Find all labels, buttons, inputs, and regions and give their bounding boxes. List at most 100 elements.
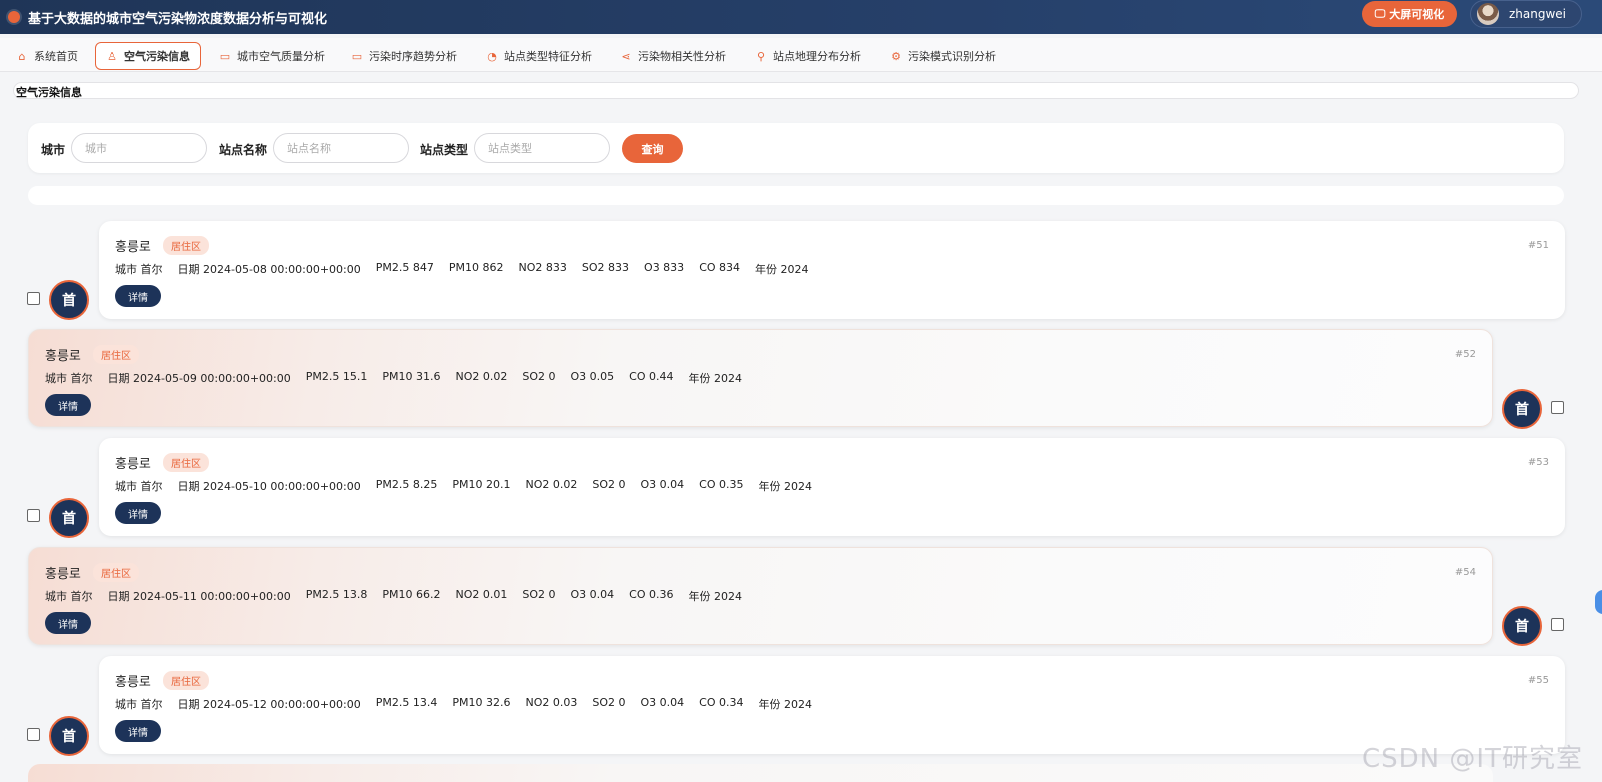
- station-name: 홍릉로: [45, 567, 81, 582]
- bigscreen-label: 大屏可视化: [1389, 8, 1445, 21]
- field-year: 年份 2024: [758, 698, 812, 711]
- nav-label: 城市空气质量分析: [237, 50, 325, 63]
- record-card: 홍릉로 居住区 #53 城市 首尔 日期 2024-05-10 00:00:00…: [99, 438, 1565, 536]
- record-fields: 城市 首尔 日期 2024-05-08 00:00:00+00:00 PM2.5…: [115, 261, 809, 277]
- nav-label: 系统首页: [34, 50, 78, 63]
- station-name: 홍릉로: [45, 349, 81, 364]
- record-card: 홍릉로 居住区 #54 城市 首尔 日期 2024-05-11 00:00:00…: [28, 547, 1493, 645]
- nav-item-pollution-info[interactable]: ♙ 空气污染信息: [95, 42, 201, 70]
- nav-item-city-quality[interactable]: ▭ 城市空气质量分析: [213, 42, 331, 70]
- station-label: 站点名称: [219, 143, 268, 157]
- record-badge: 首: [1502, 606, 1542, 646]
- field-so2: SO2 0: [522, 588, 556, 601]
- nav-label: 污染时序趋势分析: [369, 50, 457, 63]
- username: zhangwei: [1509, 7, 1567, 21]
- avatar: [1477, 3, 1499, 25]
- nav-item-geo[interactable]: ⚲ 站点地理分布分析: [749, 42, 867, 70]
- breadcrumb: [13, 82, 1579, 99]
- detail-button[interactable]: 详情: [115, 720, 161, 742]
- share-icon: ⋖: [621, 49, 631, 63]
- field-no2: NO2 0.03: [525, 696, 578, 709]
- record-id: #52: [1454, 349, 1476, 360]
- type-label: 站点类型: [420, 143, 469, 157]
- record-id: #55: [1527, 675, 1549, 686]
- field-pm25: PM2.5 15.1: [305, 370, 368, 383]
- nav-item-home[interactable]: ⌂ 系统首页: [10, 42, 84, 70]
- nav-item-pattern[interactable]: ⚙ 污染模式识别分析: [884, 42, 1002, 70]
- field-date: 日期 2024-05-09 00:00:00+00:00: [107, 372, 291, 385]
- app-title: 基于大数据的城市空气污染物浓度数据分析与可视化: [28, 11, 328, 27]
- field-so2: SO2 0: [592, 696, 626, 709]
- field-date: 日期 2024-05-10 00:00:00+00:00: [177, 480, 361, 493]
- nav-item-correlation[interactable]: ⋖ 污染物相关性分析: [614, 42, 732, 70]
- station-name: 홍릉로: [115, 457, 151, 472]
- field-pm10: PM10 862: [448, 261, 504, 274]
- nav-label: 站点地理分布分析: [773, 50, 861, 63]
- station-input[interactable]: [273, 133, 409, 163]
- station-type-tag: 居住区: [163, 453, 209, 472]
- station-name: 홍릉로: [115, 675, 151, 690]
- row-checkbox[interactable]: [27, 292, 40, 305]
- field-no2: NO2 0.02: [455, 370, 508, 383]
- field-co: CO 0.34: [699, 696, 744, 709]
- nav-label: 污染模式识别分析: [908, 50, 996, 63]
- row-checkbox[interactable]: [1551, 401, 1564, 414]
- row-checkbox[interactable]: [27, 728, 40, 741]
- user-icon: ♙: [107, 49, 117, 63]
- record-fields: 城市 首尔 日期 2024-05-12 00:00:00+00:00 PM2.5…: [115, 696, 812, 712]
- record-badge: 首: [49, 280, 89, 320]
- field-city: 城市 首尔: [45, 590, 93, 603]
- station-type-tag: 居住区: [163, 671, 209, 690]
- field-o3: O3 0.05: [570, 370, 615, 383]
- logo-dot-icon: [8, 11, 20, 23]
- field-city: 城市 首尔: [45, 372, 93, 385]
- detail-button[interactable]: 详情: [115, 285, 161, 307]
- field-no2: NO2 833: [518, 261, 567, 274]
- field-so2: SO2 833: [581, 261, 630, 274]
- field-so2: SO2 0: [522, 370, 556, 383]
- field-date: 日期 2024-05-12 00:00:00+00:00: [177, 698, 361, 711]
- monitor-icon: 🖵: [1374, 7, 1386, 20]
- field-o3: O3 0.04: [640, 696, 685, 709]
- chart-board-icon: ▭: [219, 49, 231, 63]
- field-pm10: PM10 32.6: [452, 696, 511, 709]
- nav-label: 空气污染信息: [124, 50, 190, 63]
- field-pm25: PM2.5 8.25: [375, 478, 438, 491]
- field-date: 日期 2024-05-11 00:00:00+00:00: [107, 590, 291, 603]
- field-pm25: PM2.5 13.4: [375, 696, 438, 709]
- field-o3: O3 0.04: [570, 588, 615, 601]
- query-button[interactable]: 查询: [622, 134, 683, 163]
- nav-label: 站点类型特征分析: [504, 50, 592, 63]
- field-pm25: PM2.5 13.8: [305, 588, 368, 601]
- breadcrumb-label: 空气污染信息: [16, 86, 82, 99]
- station-type-tag: 居住区: [93, 563, 139, 582]
- nav-item-trend[interactable]: ▭ 污染时序趋势分析: [345, 42, 463, 70]
- floating-side-button[interactable]: [1595, 590, 1602, 614]
- field-pm10: PM10 20.1: [452, 478, 511, 491]
- field-co: CO 0.36: [629, 588, 674, 601]
- bigscreen-button[interactable]: 🖵 大屏可视化: [1362, 1, 1457, 27]
- record-card: 홍릉로 居住区 #55 城市 首尔 日期 2024-05-12 00:00:00…: [99, 656, 1565, 754]
- nav-item-station-type[interactable]: ◔ 站点类型特征分析: [480, 42, 598, 70]
- field-no2: NO2 0.02: [525, 478, 578, 491]
- chip-icon: ⚙: [891, 49, 901, 63]
- record-fields: 城市 首尔 日期 2024-05-10 00:00:00+00:00 PM2.5…: [115, 478, 812, 494]
- type-input[interactable]: [474, 133, 610, 163]
- field-date: 日期 2024-05-08 00:00:00+00:00: [177, 263, 361, 276]
- home-icon: ⌂: [18, 49, 26, 63]
- row-checkbox[interactable]: [1551, 618, 1564, 631]
- detail-button[interactable]: 详情: [45, 394, 91, 416]
- main-nav: ⌂ 系统首页 ♙ 空气污染信息 ▭ 城市空气质量分析 ▭ 污染时序趋势分析 ◔ …: [0, 38, 1602, 72]
- record-card: 홍릉로 居住区 #52 城市 首尔 日期 2024-05-09 00:00:00…: [28, 329, 1493, 427]
- record-id: #51: [1527, 240, 1549, 251]
- record-fields: 城市 首尔 日期 2024-05-11 00:00:00+00:00 PM2.5…: [45, 588, 742, 604]
- record-id: #54: [1454, 567, 1476, 578]
- row-checkbox[interactable]: [27, 509, 40, 522]
- city-input[interactable]: [71, 133, 207, 163]
- field-city: 城市 首尔: [115, 263, 163, 276]
- user-menu[interactable]: zhangwei: [1470, 0, 1582, 28]
- record-card: 홍릉로 居住区 #51 城市 首尔 日期 2024-05-08 00:00:00…: [99, 221, 1565, 319]
- detail-button[interactable]: 详情: [115, 502, 161, 524]
- field-o3: O3 833: [644, 261, 685, 274]
- detail-button[interactable]: 详情: [45, 612, 91, 634]
